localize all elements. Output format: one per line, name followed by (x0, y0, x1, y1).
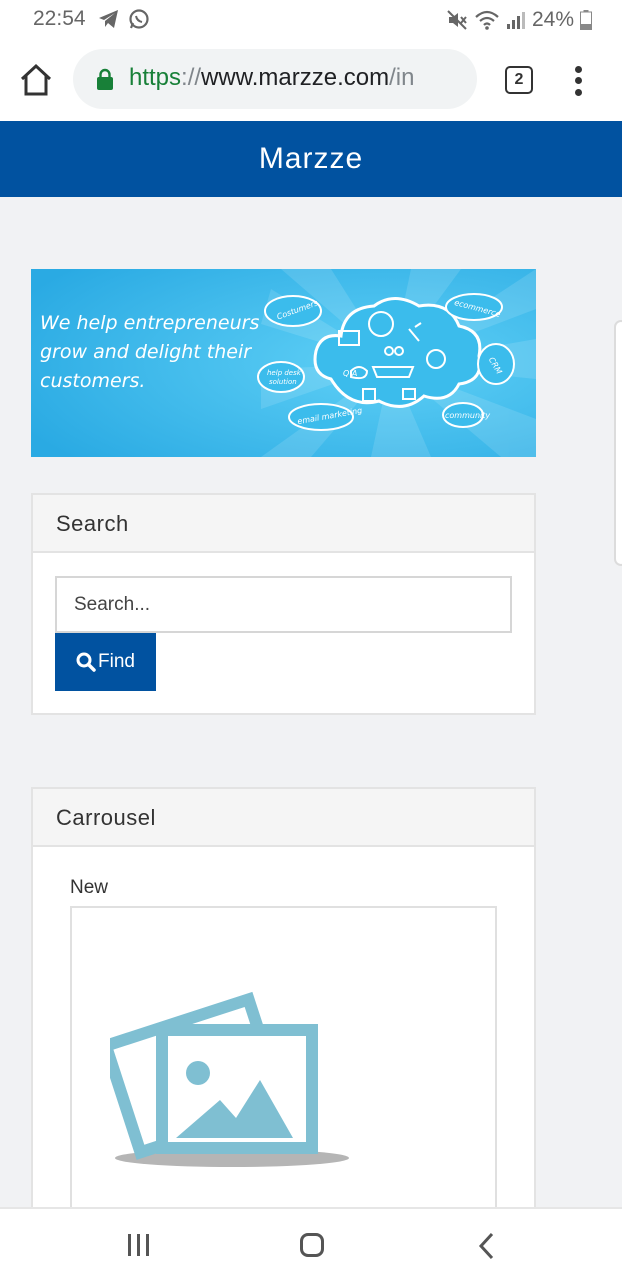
telegram-icon (99, 10, 118, 28)
home-button-icon[interactable] (300, 1233, 324, 1257)
search-input[interactable] (55, 576, 512, 633)
edge-panel-handle[interactable] (614, 320, 622, 566)
address-bar[interactable]: https://www.marzze.com/in (73, 49, 477, 109)
wifi-icon (475, 10, 499, 30)
hero-banner[interactable]: Costumers ecommerce help desk solution e… (31, 269, 536, 457)
signal-icon (506, 12, 525, 29)
url-text[interactable]: https://www.marzze.com/in (129, 64, 414, 92)
banner-tagline: We help entrepreneurs grow and delight t… (40, 312, 260, 392)
bubble-community: community (445, 411, 490, 420)
system-navigation-bar (0, 1207, 622, 1280)
bubble-qa: Q A (343, 369, 357, 378)
lock-icon (97, 68, 113, 90)
find-button[interactable]: Find (55, 633, 156, 691)
mute-icon (447, 10, 467, 30)
search-icon (76, 652, 96, 672)
carousel-item[interactable] (70, 906, 497, 1226)
search-heading: Search (33, 495, 534, 553)
url-host: www.marzze.com (201, 64, 390, 91)
more-options-icon[interactable] (568, 64, 590, 98)
carousel-heading: Carrousel (33, 789, 534, 847)
home-icon[interactable] (18, 62, 54, 98)
recents-icon[interactable] (127, 1233, 151, 1257)
back-icon[interactable] (478, 1232, 494, 1260)
carousel-item-label: New (70, 877, 109, 898)
status-time: 22:54 (33, 7, 86, 30)
carousel-widget: Carrousel New (31, 787, 536, 1227)
url-path: /in (389, 64, 415, 91)
status-left-icons (98, 8, 150, 30)
url-scheme: https (129, 64, 182, 91)
battery-icon (580, 10, 592, 30)
battery-percentage: 24% (531, 8, 574, 31)
bubble-help-desk: help desk (267, 369, 302, 377)
url-separator: :// (181, 64, 202, 91)
tab-switcher-button[interactable]: 2 (505, 66, 533, 94)
bubble-help-desk-2: solution (269, 378, 297, 386)
site-title[interactable]: Marzze (0, 121, 622, 197)
search-widget: Search Find (31, 493, 536, 715)
browser-toolbar: https://www.marzze.com/in 2 (0, 38, 622, 121)
status-bar: 22:54 24% (0, 0, 622, 38)
find-button-label: Find (98, 651, 135, 672)
whatsapp-icon (129, 9, 149, 29)
image-placeholder-icon (110, 991, 349, 1167)
status-right-icons: 24% (446, 8, 592, 32)
